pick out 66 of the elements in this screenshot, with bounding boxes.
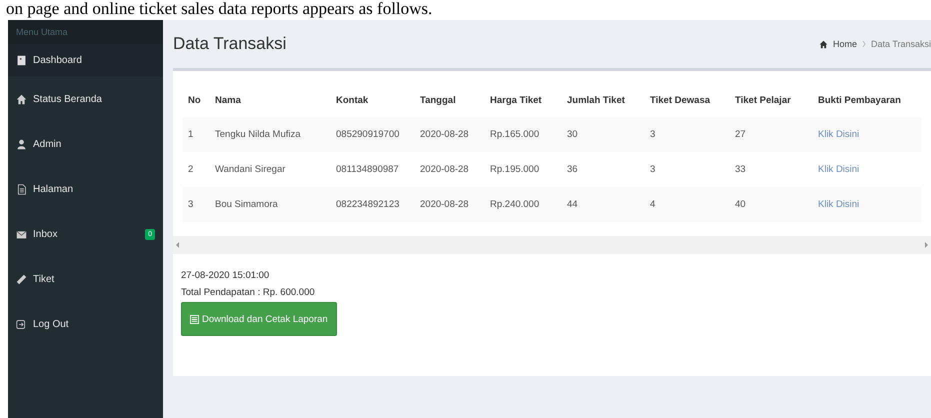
table-cell: Rp.195.000: [485, 152, 562, 187]
table-cell: 33: [730, 152, 813, 187]
table-cell: 081134890987: [331, 152, 415, 187]
table-cell: 082234892123: [331, 187, 415, 222]
total-revenue: Total Pendapatan : Rp. 600.000: [181, 287, 315, 298]
column-header: Jumlah Tiket: [562, 83, 645, 117]
table-cell: 27: [730, 117, 813, 152]
breadcrumb-link[interactable]: Home: [832, 39, 857, 49]
column-header: Tiket Pelajar: [730, 83, 813, 117]
menu-label: Inbox: [33, 229, 58, 240]
column-header: Tiket Dewasa: [645, 83, 730, 117]
table-cell: 3: [645, 152, 730, 187]
logout-icon: [16, 319, 27, 330]
menu-label: Tiket: [33, 274, 54, 285]
separator-icon: [862, 41, 866, 47]
table-cell: Wandani Siregar: [210, 152, 331, 187]
table-cell: 2: [183, 152, 210, 187]
sidebar-item[interactable]: Tiket: [8, 257, 163, 302]
home-icon: [16, 94, 27, 105]
page-title: Data Transaksi: [173, 34, 286, 54]
table-cell: 2020-08-28: [415, 152, 485, 187]
scroll-right-icon[interactable]: [924, 242, 928, 248]
table-cell: 30: [562, 117, 645, 152]
sidebar-item[interactable]: Log Out: [8, 302, 163, 347]
table-cell: Bou Simamora: [210, 187, 331, 222]
table-cell: Rp.240.000: [485, 187, 562, 222]
column-header: Bukti Pembayaran: [813, 83, 921, 117]
breadcrumb-current: Data Transaksi: [870, 39, 931, 49]
list-icon: [190, 314, 199, 324]
scroll-left-icon[interactable]: [176, 242, 180, 248]
table-cell: 2020-08-28: [415, 187, 485, 222]
document-icon: [16, 184, 27, 195]
table-cell: Tengku Nilda Mufiza: [210, 117, 331, 152]
table-cell: 3: [645, 117, 730, 152]
table-cell: 1: [183, 117, 210, 152]
table-cell: 2020-08-28: [415, 117, 485, 152]
table-cell: Rp.165.000: [485, 117, 562, 152]
horizontal-scrollbar[interactable]: [173, 236, 931, 254]
menu-header: Menu Utama: [8, 20, 163, 44]
menu-label: Status Beranda: [33, 94, 102, 105]
report-timestamp: 27-08-2020 15:01:00: [181, 270, 270, 281]
user-icon: [16, 139, 27, 150]
panel-icon: [16, 55, 27, 66]
table-cell: 36: [562, 152, 645, 187]
table-cell: 40: [730, 187, 813, 222]
menu-label: Halaman: [33, 184, 74, 195]
menu-label: Dashboard: [33, 55, 82, 66]
sidebar-item[interactable]: Status Beranda: [8, 77, 163, 122]
table-cell: 3: [183, 187, 210, 222]
menu-label: Log Out: [33, 319, 69, 330]
table-cell: 44: [562, 187, 645, 222]
document-caption: on page and online ticket sales data reports appears as follows.: [6, 0, 432, 20]
table-cell: 4: [645, 187, 730, 222]
column-header: Tanggal: [415, 83, 485, 117]
sidebar-item[interactable]: Admin: [8, 122, 163, 167]
home-icon: [818, 40, 828, 48]
column-header: Kontak: [331, 83, 415, 117]
ticket-icon: [16, 274, 27, 285]
sidebar-item[interactable]: Halaman: [8, 167, 163, 212]
table-cell: 085290919700: [331, 117, 415, 152]
column-header: No: [183, 83, 210, 117]
sidebar-item[interactable]: Dashboard: [8, 44, 163, 77]
menu-label: Admin: [33, 139, 62, 150]
column-header: Nama: [210, 83, 331, 117]
envelope-icon: [16, 229, 27, 240]
column-header: Harga Tiket: [485, 83, 562, 117]
